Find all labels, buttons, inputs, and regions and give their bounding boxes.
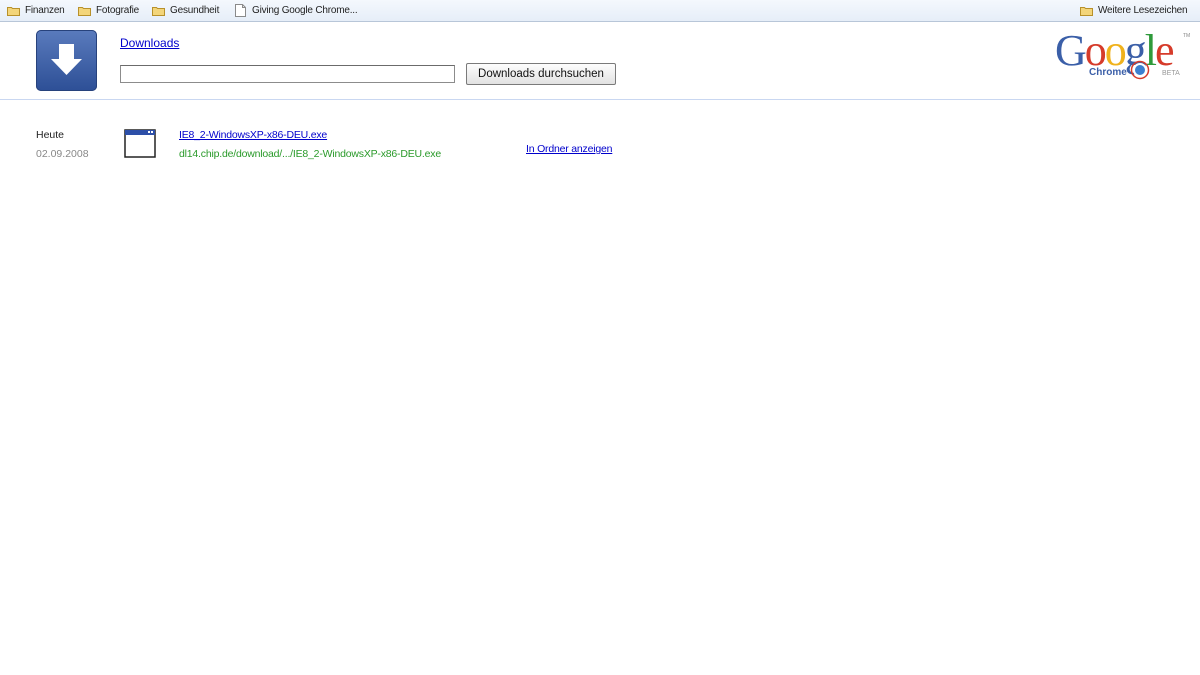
bookmarks-bar: Finanzen Fotografie Gesundheit Giving Go…	[0, 0, 1200, 22]
google-chrome-logo: Google TM Chrome BETA	[1055, 26, 1195, 87]
bookmark-giving-google-chrome[interactable]: Giving Google Chrome...	[235, 3, 358, 18]
search-input[interactable]	[120, 65, 455, 83]
bookmark-finanzen[interactable]: Finanzen	[7, 3, 65, 18]
bookmark-label: Finanzen	[25, 5, 65, 16]
folder-icon	[152, 6, 165, 16]
bookmark-gesundheit[interactable]: Gesundheit	[152, 3, 219, 18]
downloads-header: Downloads Downloads durchsuchen Google T…	[0, 22, 1200, 100]
date-value: 02.09.2008	[36, 148, 89, 160]
show-in-folder-link[interactable]: In Ordner anzeigen	[526, 143, 612, 155]
folder-icon	[78, 6, 91, 16]
exe-file-icon	[124, 129, 156, 159]
search-downloads-button[interactable]: Downloads durchsuchen	[466, 63, 616, 85]
other-bookmarks-label: Weitere Lesezeichen	[1098, 5, 1188, 16]
download-file-link[interactable]: IE8_2-WindowsXP-x86-DEU.exe	[179, 129, 327, 141]
chrome-product-label: Chrome	[1089, 67, 1127, 78]
bookmark-label: Fotografie	[96, 5, 140, 16]
bookmark-label: Giving Google Chrome...	[252, 5, 358, 16]
svg-text:TM: TM	[1183, 33, 1190, 39]
bookmark-fotografie[interactable]: Fotografie	[78, 3, 139, 18]
download-arrow-icon	[36, 30, 97, 91]
date-label: Heute	[36, 129, 65, 141]
bookmark-label: Gesundheit	[170, 5, 220, 16]
folder-icon	[1080, 6, 1093, 16]
page-icon	[235, 4, 246, 17]
page-title[interactable]: Downloads	[120, 36, 179, 50]
beta-badge: BETA	[1162, 70, 1180, 77]
download-source-url: dl14.chip.de/download/.../IE8_2-WindowsX…	[179, 148, 441, 160]
other-bookmarks[interactable]: Weitere Lesezeichen	[1080, 3, 1188, 18]
folder-icon	[7, 6, 20, 16]
